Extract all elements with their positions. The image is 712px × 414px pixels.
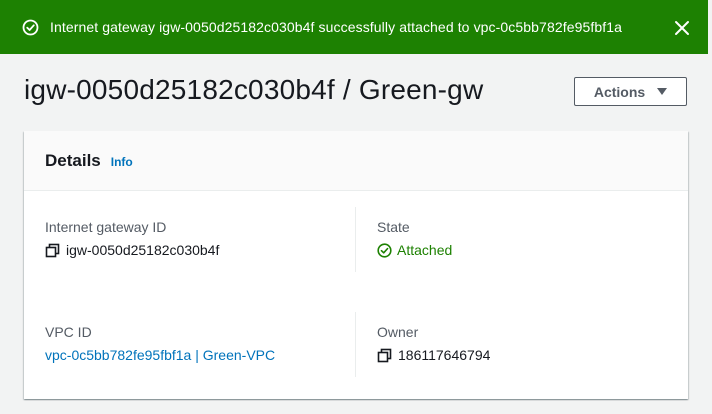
flash-message: Internet gateway igw-0050d25182c030b4f s… <box>50 19 622 35</box>
owner-value-row: 186117646794 <box>377 347 490 363</box>
igw-id-field: Internet gateway ID igw-0050d25182c030b4… <box>45 219 219 258</box>
close-icon[interactable] <box>672 18 692 38</box>
state-value-row: Attached <box>377 242 452 258</box>
details-title: Details <box>45 150 101 170</box>
state-label: State <box>377 219 410 235</box>
page-title: igw-0050d25182c030b4f / Green-gw <box>24 74 484 105</box>
column-divider <box>355 207 356 272</box>
caret-down-icon <box>657 87 668 96</box>
column-divider <box>355 312 356 377</box>
vpc-id-link[interactable]: vpc-0c5bb782fe95fbf1a | Green-VPC <box>45 347 275 363</box>
check-circle-icon <box>22 19 39 36</box>
vpc-id-label: VPC ID <box>45 324 92 340</box>
details-container: Details Info Internet gateway ID igw-005… <box>24 131 688 399</box>
info-link[interactable]: Info <box>111 155 133 169</box>
state-value: Attached <box>397 242 453 258</box>
details-header: Details Info <box>24 131 688 191</box>
igw-id-value-row: igw-0050d25182c030b4f <box>45 242 219 258</box>
actions-button[interactable]: Actions <box>574 77 687 106</box>
actions-button-label: Actions <box>593 83 646 100</box>
igw-id-label: Internet gateway ID <box>45 219 167 235</box>
status-success-icon <box>377 242 392 258</box>
copy-icon[interactable] <box>377 348 392 363</box>
owner-field: Owner 186117646794 <box>377 324 490 363</box>
owner-value: 186117646794 <box>398 347 491 363</box>
success-flash-banner: Internet gateway igw-0050d25182c030b4f s… <box>0 0 708 54</box>
owner-label: Owner <box>377 324 419 340</box>
igw-id-value: igw-0050d25182c030b4f <box>66 242 220 258</box>
vpc-id-field: VPC ID vpc-0c5bb782fe95fbf1a | Green-VPC <box>45 324 275 363</box>
state-field: State Attached <box>377 219 452 258</box>
copy-icon[interactable] <box>45 243 60 258</box>
